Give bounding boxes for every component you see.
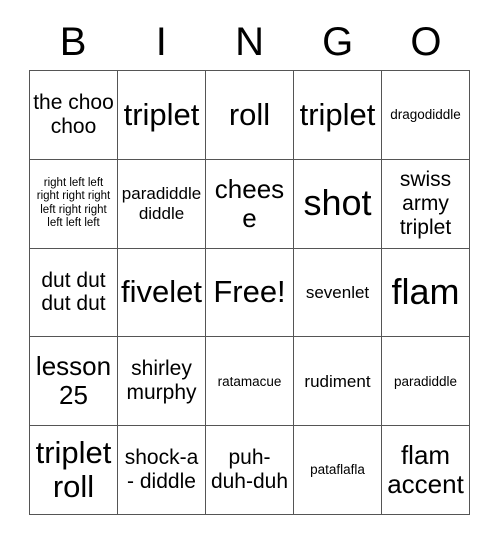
bingo-cell-label: fivelet <box>121 274 202 310</box>
bingo-header-letter-n: N <box>235 20 264 64</box>
bingo-free-cell[interactable]: Free! <box>206 248 294 338</box>
bingo-cell[interactable]: triplet <box>118 71 206 160</box>
bingo-cell[interactable]: paradiddle diddle <box>118 159 206 249</box>
bingo-cell[interactable]: dragodiddle <box>382 71 470 160</box>
bingo-cell-label: sevenlet <box>305 282 370 302</box>
bingo-cell[interactable]: triplet <box>294 71 382 160</box>
bingo-cell[interactable]: ratamacue <box>206 337 294 427</box>
bingo-cell[interactable]: shirley murphy <box>118 337 206 427</box>
bingo-grid: the choo choo triplet roll triplet drago… <box>29 70 470 515</box>
bingo-cell[interactable]: flam <box>382 248 470 338</box>
bingo-cell-label: pataflafla <box>310 462 365 478</box>
bingo-cell[interactable]: roll <box>206 71 294 160</box>
bingo-cell-label: dut dut dut dut <box>41 268 106 316</box>
bingo-header-row: B I N G O <box>29 14 470 70</box>
bingo-header-letter-i: I <box>155 20 167 64</box>
bingo-cell[interactable]: right left left right right right left r… <box>30 159 118 249</box>
bingo-cell[interactable]: paradiddle <box>382 337 470 427</box>
bingo-cell-label: rudiment <box>304 371 371 391</box>
bingo-cell-label: flam accent <box>387 439 464 500</box>
bingo-free-label: Free! <box>213 274 286 310</box>
bingo-cell-label: shot <box>303 182 372 224</box>
bingo-cell[interactable]: shock-a - diddle <box>118 426 206 515</box>
bingo-cell-label: cheese <box>214 173 285 233</box>
bingo-cell[interactable]: pataflafla <box>294 426 382 515</box>
bingo-cell[interactable]: sevenlet <box>294 248 382 338</box>
bingo-cell-label: paradiddle diddle <box>121 184 202 223</box>
bingo-cell[interactable]: flam accent <box>382 426 470 515</box>
bingo-cell-label: flam <box>391 271 460 313</box>
bingo-cell-label: paradiddle <box>393 373 458 389</box>
bingo-cell[interactable]: fivelet <box>118 248 206 338</box>
bingo-cell[interactable]: swiss army triplet <box>382 159 470 249</box>
bingo-cell-label: roll <box>228 96 271 132</box>
bingo-header-letter-o: O <box>410 20 442 64</box>
bingo-cell[interactable]: triplet roll <box>30 426 118 515</box>
bingo-cell-label: right left left right right right left r… <box>36 177 111 230</box>
bingo-header-letter-g: G <box>322 20 354 64</box>
bingo-cell[interactable]: lesson 25 <box>30 337 118 427</box>
bingo-card: B I N G O the choo choo triplet roll tri… <box>0 0 500 544</box>
bingo-cell[interactable]: cheese <box>206 159 294 249</box>
bingo-cell-label: lesson 25 <box>35 351 112 411</box>
bingo-cell-label: shirley murphy <box>126 357 197 405</box>
bingo-cell-label: puh-duh-duh <box>210 446 289 494</box>
bingo-cell-label: triplet <box>299 96 376 132</box>
bingo-header-letter-b: B <box>59 20 87 64</box>
bingo-cell-label: shock-a - diddle <box>124 446 199 494</box>
bingo-cell[interactable]: dut dut dut dut <box>30 248 118 338</box>
bingo-cell-label: triplet <box>123 96 200 132</box>
bingo-cell-label: dragodiddle <box>390 107 461 123</box>
bingo-cell-label: triplet roll <box>35 435 112 505</box>
bingo-cell-label: swiss army triplet <box>399 167 452 239</box>
bingo-cell[interactable]: shot <box>294 159 382 249</box>
bingo-cell[interactable]: puh-duh-duh <box>206 426 294 515</box>
bingo-cell[interactable]: rudiment <box>294 337 382 427</box>
bingo-cell-label: ratamacue <box>217 373 282 389</box>
bingo-cell-label: the choo choo <box>33 90 114 138</box>
bingo-cell[interactable]: the choo choo <box>30 71 118 160</box>
